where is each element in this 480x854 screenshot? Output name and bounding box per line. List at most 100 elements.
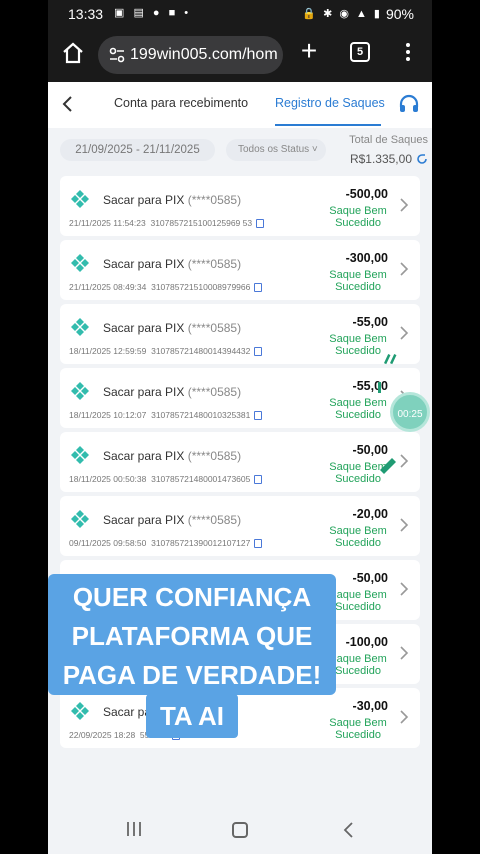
browser-toolbar: 199win005.com/hom + 5 [48,30,432,82]
withdrawal-row[interactable]: Sacar para PIX (****0585) 21/11/2025 08:4… [60,240,420,300]
caption-line: QUER CONFIANÇA [72,582,312,612]
tab-receiving-account[interactable]: Conta para recebimento [114,96,248,110]
status-bar: 13:33 ▣ ▤ ● ■ • 🔒 ✱ ◉ ▲ ▮ 90% [48,0,432,30]
status-filter-label: Todos os Status [238,144,310,155]
chevron-right-icon[interactable] [398,582,410,596]
withdrawal-datetime: 18/11/2025 10:12:07 [69,410,147,420]
status-time: 13:33 [68,6,104,22]
chevron-right-icon[interactable] [398,518,410,532]
nav-back-icon[interactable] [342,822,356,838]
withdrawal-id: 310785721480010325381 [151,410,251,420]
withdrawal-method: Sacar para PIX [103,385,185,399]
recording-timer[interactable]: 00:25 [390,392,430,432]
withdrawal-meta: 21/11/2025 08:49:34 31078572151000897996… [69,282,263,293]
withdrawal-datetime: 22/09/2025 18:28 [69,730,136,740]
copy-icon[interactable] [256,219,265,229]
status-filter[interactable]: Todos os Status ˅ [226,139,326,161]
pix-icon [71,446,89,464]
withdrawal-method: Sacar para PIX [103,449,185,463]
copy-icon[interactable] [254,475,263,485]
copy-icon[interactable] [254,283,263,293]
pix-icon [71,382,89,400]
withdrawal-account: (****0585) [187,449,242,463]
pix-icon [71,254,89,272]
chevron-right-icon[interactable] [398,262,410,276]
page-header: Conta para recebimento Registro de Saque… [48,82,432,128]
copy-icon[interactable] [254,347,263,357]
android-nav-bar [48,802,432,854]
back-arrow-icon[interactable] [58,94,78,114]
chevron-right-icon[interactable] [398,326,410,340]
withdrawal-id: 310785721480001473605 [151,474,251,484]
withdrawal-account: (****0585) [187,257,242,271]
withdrawal-title: Sacar para PIX (****0585) [103,257,241,271]
withdrawal-meta: 18/11/2025 10:12:07 31078572148001032538… [69,410,263,421]
filter-bar: 21/09/2025 - 21/11/2025 Todos os Status … [48,128,432,172]
withdrawal-account: (****0585) [187,513,242,527]
withdrawal-method: Sacar para PIX [103,321,185,335]
pause-icon [383,354,397,365]
chevron-right-icon[interactable] [398,710,410,724]
withdrawal-status: Saque Bem Sucedido [329,525,387,549]
withdrawal-status: Saque Bem Sucedido [329,717,387,741]
withdrawal-amount: -500,00 [345,187,388,201]
active-tab-indicator [275,124,381,126]
withdrawal-method: Sacar para PIX [103,193,185,207]
withdrawal-amount: -300,00 [345,251,388,265]
pix-icon [71,702,89,720]
caption-line: PLATAFORMA QUE [71,621,313,651]
copy-icon[interactable] [254,411,263,421]
withdrawal-title: Sacar para PIX (****0585) [103,385,241,399]
address-bar[interactable]: 199win005.com/hom [98,36,283,74]
chevron-right-icon[interactable] [398,646,410,660]
withdrawal-datetime: 09/11/2025 09:58:50 [69,538,147,548]
browser-menu-icon[interactable] [398,40,418,66]
withdrawal-row[interactable]: Sacar para PIX (****0585) 18/11/2025 00:5… [60,432,420,492]
refresh-icon[interactable] [416,153,428,165]
withdrawal-row[interactable]: Sacar para PIX (****0585) 18/11/2025 10:1… [60,368,420,428]
pix-icon [71,318,89,336]
site-settings-icon[interactable] [108,46,126,64]
copy-icon[interactable] [254,539,263,549]
withdrawal-id: 310785721510008979966 [151,282,251,292]
withdrawal-amount: -100,00 [345,635,388,649]
withdrawal-datetime: 18/11/2025 12:59:59 [69,346,147,356]
withdrawal-title: Sacar para PIX (****0585) [103,321,241,335]
pen-icon [380,458,396,474]
caption-line: PAGA DE VERDADE! [62,660,322,690]
date-range-filter[interactable]: 21/09/2025 - 21/11/2025 [60,139,215,161]
chevron-right-icon[interactable] [398,198,410,212]
withdrawal-amount: -55,00 [352,315,388,329]
nav-home-icon[interactable] [232,822,248,838]
withdrawal-title: Sacar para PIX (****0585) [103,513,241,527]
new-tab-button[interactable]: + [296,37,322,65]
withdrawal-row[interactable]: Sacar para PIX (****0585) 21/11/2025 11:5… [60,176,420,236]
recent-apps-icon[interactable] [126,822,142,836]
withdrawal-id: 310785721390012107127 [151,538,251,548]
withdrawal-id: 310785721480014394432 [151,346,251,356]
home-icon[interactable] [60,40,86,66]
withdrawal-status: Saque Bem Sucedido [329,269,387,293]
withdrawal-row[interactable]: Sacar para PIX 22/09/2025 18:28 551045-3… [60,688,420,748]
withdrawal-title: Sacar para PIX (****0585) [103,449,241,463]
system-icons: 🔒 ✱ ◉ ▲ ▮ [302,8,382,20]
tab-withdrawal-history[interactable]: Registro de Saques [275,96,385,110]
withdrawal-meta: 21/11/2025 11:54:23 3107857215100125969 … [69,218,265,229]
withdrawal-account: (****0585) [187,385,242,399]
headset-support-icon[interactable] [398,94,420,116]
withdrawal-account: (****0585) [187,193,242,207]
promo-caption-tail: TA AI [146,694,238,738]
withdrawal-amount: -50,00 [352,571,388,585]
withdrawal-datetime: 21/11/2025 08:49:34 [69,282,147,292]
url-text: 199win005.com/hom [130,46,278,63]
withdrawal-row[interactable]: Sacar para PIX (****0585) 18/11/2025 12:5… [60,304,420,364]
stop-icon [378,382,381,393]
pix-icon [71,510,89,528]
withdrawal-meta: 18/11/2025 12:59:59 31078572148001439443… [69,346,263,357]
withdrawal-amount: -20,00 [352,507,388,521]
tab-switcher-button[interactable]: 5 [350,42,370,62]
withdrawal-account: (****0585) [187,321,242,335]
withdrawal-id: 3107857215100125969 53 [150,218,253,228]
withdrawal-status: Saque Bem Sucedido [329,589,387,613]
withdrawal-row[interactable]: Sacar para PIX (****0585) 09/11/2025 09:5… [60,496,420,556]
